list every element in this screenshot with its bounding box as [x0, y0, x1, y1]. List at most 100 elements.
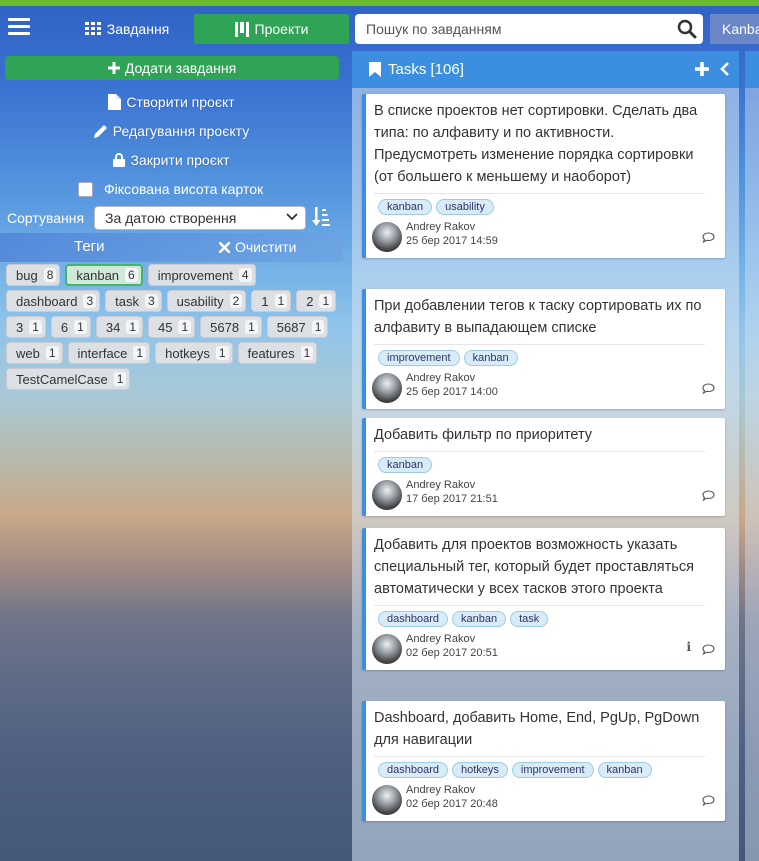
comment-icon[interactable] — [702, 644, 715, 655]
pencil-icon — [93, 125, 107, 138]
task-card[interactable]: При добавлении тегов к таску сортировать… — [362, 289, 725, 409]
comment-icon[interactable] — [702, 232, 715, 243]
task-footer: Andrey Rakov 02 бер 2017 20:48 — [366, 781, 725, 821]
comment-icon[interactable] — [702, 795, 715, 806]
tag-task[interactable]: task 3 — [105, 290, 162, 312]
task-tag[interactable]: dashboard — [378, 762, 448, 778]
tag-34[interactable]: 34 1 — [95, 316, 143, 338]
tag-name: TestCamelCase — [16, 371, 108, 387]
tag-features[interactable]: features 1 — [237, 342, 318, 364]
tag-hotkeys[interactable]: hotkeys 1 — [155, 342, 233, 364]
tab-projects[interactable]: Проекти — [194, 14, 349, 44]
task-card[interactable]: Dashboard, добавить Home, End, PgUp, PgD… — [362, 701, 725, 821]
task-text: Dashboard, добавить Home, End, PgUp, PgD… — [374, 710, 700, 748]
tag-5687[interactable]: 5687 1 — [266, 316, 329, 338]
task-card[interactable]: Добавить фильтр по приоритету kanban And… — [362, 418, 725, 516]
task-author: Andrey Rakov — [406, 633, 476, 645]
tag-1[interactable]: 11 — [251, 290, 292, 312]
tag-count: 1 — [74, 320, 87, 334]
tag-45[interactable]: 45 1 — [148, 316, 196, 338]
comment-icon[interactable] — [702, 490, 715, 501]
fixed-height-checkbox[interactable] — [78, 181, 93, 197]
task-tag[interactable]: kanban — [452, 611, 507, 627]
task-tags: kanban — [366, 452, 725, 473]
task-footer: Andrey Rakov 02 бер 2017 20:51 i — [366, 630, 725, 670]
tags-title: Теги — [74, 238, 105, 255]
tag-count: 1 — [29, 320, 42, 334]
tag-count: 3 — [83, 294, 97, 308]
tag-bug[interactable]: bug 8 — [6, 264, 61, 286]
task-tags: improvement kanban — [366, 345, 725, 366]
tasks-column-header: Tasks [106] — [352, 51, 739, 88]
task-card[interactable]: Добавить для проектов возможность указат… — [362, 528, 725, 670]
tag-name: 1 — [261, 293, 269, 309]
add-card-icon[interactable] — [695, 62, 709, 76]
add-task-label: Додати завдання — [124, 60, 237, 76]
tag-count: 4 — [238, 268, 252, 282]
search-icon[interactable] — [677, 19, 697, 39]
tag-improvement[interactable]: improvement 4 — [147, 264, 256, 286]
sort-select[interactable]: За датою створення — [94, 206, 306, 230]
edit-project-label: Редагування проєкту — [112, 123, 250, 139]
tag-interface[interactable]: interface 1 — [67, 342, 151, 364]
tag-web[interactable]: web 1 — [6, 342, 63, 364]
tag-name: dashboard — [16, 293, 78, 309]
task-tag[interactable]: kanban — [378, 199, 433, 215]
sidebar: Додати завдання Створити проєкт Редагува… — [0, 51, 343, 861]
tag-count: 1 — [113, 372, 127, 386]
task-author: Andrey Rakov — [406, 479, 476, 491]
task-tag[interactable]: kanban — [463, 350, 518, 366]
tab-tasks-label: Завдання — [106, 21, 170, 37]
tag-name: bug — [16, 267, 38, 283]
edit-project-link[interactable]: Редагування проєкту — [0, 120, 343, 142]
chevron-left-icon[interactable] — [720, 62, 729, 76]
tag-count: 1 — [215, 346, 229, 360]
task-date: 25 бер 2017 14:00 — [406, 386, 498, 398]
tab-tasks[interactable]: Завдання — [64, 14, 190, 44]
bookmark-icon — [369, 62, 381, 77]
tag-name: kanban — [76, 267, 120, 283]
tag-testcamelcase[interactable]: TestCamelCase 1 — [6, 368, 131, 390]
tag-name: task — [115, 293, 139, 309]
task-card[interactable]: В списке проектов нет сортировки. Сделат… — [362, 94, 725, 258]
create-project-link[interactable]: Створити проєкт — [0, 91, 343, 113]
lock-icon — [113, 153, 126, 167]
task-tag[interactable]: hotkeys — [452, 762, 508, 778]
tag-3[interactable]: 31 — [6, 316, 46, 338]
tab-kanban[interactable]: Kanban — [710, 14, 759, 44]
task-tag[interactable]: improvement — [511, 762, 594, 778]
task-tag[interactable]: kanban — [597, 762, 652, 778]
tag-name: 45 — [158, 319, 173, 335]
avatar — [372, 222, 402, 252]
avatar — [372, 785, 402, 815]
task-tag[interactable]: usability — [436, 199, 494, 215]
tag-kanban[interactable]: kanban 6 — [65, 264, 143, 286]
search-input[interactable] — [355, 14, 665, 44]
task-tag[interactable]: kanban — [378, 457, 433, 473]
comment-icon[interactable] — [702, 383, 715, 394]
close-project-link[interactable]: Закрити проєкт — [0, 149, 343, 171]
next-column-edge — [745, 51, 759, 861]
tags-header: Теги Очистити — [0, 233, 343, 262]
tag-name: web — [16, 345, 40, 361]
tag-5678[interactable]: 5678 1 — [200, 316, 262, 338]
add-task-button[interactable]: Додати завдання — [5, 56, 339, 80]
column-title-text: Tasks [106] — [388, 61, 464, 78]
task-text: Добавить для проектов возможность указат… — [374, 537, 694, 597]
task-tags: dashboard hotkeys improvement kanban — [366, 757, 725, 778]
tag-dashboard[interactable]: dashboard 3 — [6, 290, 101, 312]
file-icon — [108, 94, 122, 110]
tag-6[interactable]: 61 — [50, 316, 91, 338]
clear-tags-button[interactable]: Очистити — [219, 239, 296, 255]
tag-2[interactable]: 21 — [296, 290, 337, 312]
info-icon[interactable]: i — [686, 640, 691, 654]
tag-usability[interactable]: usability 2 — [166, 290, 247, 312]
task-tag[interactable]: task — [510, 611, 549, 627]
sort-direction-icon[interactable] — [312, 207, 330, 227]
tag-count: 1 — [311, 320, 325, 334]
task-tag[interactable]: improvement — [378, 350, 460, 366]
tag-count: 1 — [178, 320, 192, 334]
menu-icon[interactable] — [8, 18, 30, 38]
task-tag[interactable]: dashboard — [378, 611, 448, 627]
tag-name: improvement — [157, 267, 233, 283]
